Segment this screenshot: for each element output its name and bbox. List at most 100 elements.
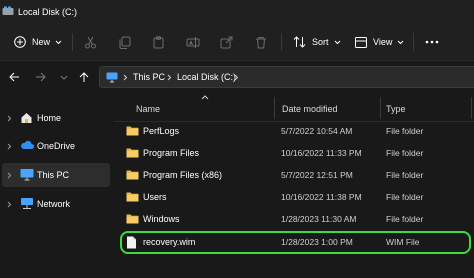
chevron-down-icon xyxy=(398,40,404,44)
delete-icon xyxy=(256,36,266,48)
chevron-down-icon xyxy=(60,75,68,80)
breadcrumb-this-pc[interactable]: This PC xyxy=(133,72,165,82)
share-button[interactable] xyxy=(220,24,233,60)
sidebar-item-network[interactable]: Network xyxy=(2,192,110,216)
column-header-row: Name Date modified Type xyxy=(114,93,474,122)
table-row[interactable]: Windows 1/28/2023 11:30 AM File folder xyxy=(118,208,474,230)
paste-icon xyxy=(153,35,164,48)
command-bar: New Sort View xyxy=(0,24,474,61)
sidebar-item-home[interactable]: Home xyxy=(2,106,110,130)
arrow-up-icon xyxy=(79,71,89,82)
chevron-right-icon xyxy=(167,74,172,81)
file-name: Program Files xyxy=(143,148,200,158)
plus-icon xyxy=(14,36,26,48)
file-date: 10/16/2022 11:38 PM xyxy=(281,192,362,202)
navigation-pane: Home OneDrive This PC Network xyxy=(0,93,114,278)
recent-locations-button[interactable] xyxy=(60,61,68,93)
share-icon xyxy=(220,36,233,48)
copy-button[interactable] xyxy=(118,24,131,60)
sidebar-item-label: Home xyxy=(37,113,62,123)
table-row[interactable]: Users 10/16/2022 11:38 PM File folder xyxy=(118,186,474,208)
forward-button[interactable] xyxy=(35,61,46,93)
sidebar-item-label: OneDrive xyxy=(37,141,76,151)
file-date: 1/28/2023 1:00 PM xyxy=(281,237,353,247)
toolbar-divider xyxy=(413,33,414,51)
chevron-down-icon xyxy=(334,40,340,44)
chevron-right-icon xyxy=(7,172,12,179)
drive-icon xyxy=(2,6,14,15)
sort-icon xyxy=(293,36,306,48)
folder-icon xyxy=(126,170,139,180)
column-divider[interactable] xyxy=(380,97,381,119)
address-bar[interactable]: This PC Local Disk (C:) xyxy=(99,66,474,88)
title-bar: Local Disk (C:) xyxy=(0,0,474,24)
file-type: File folder xyxy=(386,148,424,158)
sort-ascending-icon xyxy=(201,95,209,100)
view-label: View xyxy=(373,37,393,47)
file-type: File folder xyxy=(386,170,424,180)
cut-button[interactable] xyxy=(84,24,97,60)
file-name: recovery.wim xyxy=(143,237,196,247)
cloud-icon xyxy=(21,140,34,149)
sidebar-item-this-pc[interactable]: This PC xyxy=(2,163,110,187)
file-name: PerfLogs xyxy=(143,126,180,136)
rename-icon xyxy=(186,36,200,48)
up-button[interactable] xyxy=(79,61,89,93)
sidebar-item-onedrive[interactable]: OneDrive xyxy=(2,134,110,158)
view-button[interactable]: View xyxy=(355,24,404,60)
view-icon xyxy=(355,36,367,48)
file-type: File folder xyxy=(386,192,424,202)
file-name: Users xyxy=(143,192,167,202)
chevron-right-icon xyxy=(7,143,12,150)
back-button[interactable] xyxy=(9,61,20,93)
cut-icon xyxy=(85,36,96,48)
breadcrumb-local-disk[interactable]: Local Disk (C:) xyxy=(177,72,236,82)
file-date: 1/28/2023 11:30 AM xyxy=(281,214,357,224)
folder-icon xyxy=(126,214,139,224)
copy-icon xyxy=(119,36,131,49)
new-button[interactable]: New xyxy=(14,24,62,60)
file-date: 10/16/2022 11:33 PM xyxy=(281,148,362,158)
file-date: 5/7/2022 10:54 AM xyxy=(281,126,353,136)
sort-button[interactable]: Sort xyxy=(293,24,341,60)
table-row[interactable]: PerfLogs 5/7/2022 10:54 AM File folder xyxy=(118,120,474,142)
arrow-left-icon xyxy=(9,72,19,82)
file-icon xyxy=(127,236,136,249)
column-type[interactable]: Type xyxy=(386,104,406,114)
column-date-modified[interactable]: Date modified xyxy=(282,104,338,114)
more-icon xyxy=(425,40,439,44)
computer-icon xyxy=(20,169,34,181)
file-type: File folder xyxy=(386,126,424,136)
chevron-right-icon xyxy=(234,74,239,81)
table-row[interactable]: Program Files (x86) 5/7/2022 12:51 PM Fi… xyxy=(118,164,474,186)
new-label: New xyxy=(32,37,51,47)
file-type: File folder xyxy=(386,214,424,224)
column-name[interactable]: Name xyxy=(136,104,160,114)
column-divider[interactable] xyxy=(471,97,472,119)
file-name: Program Files (x86) xyxy=(143,170,223,180)
folder-icon xyxy=(126,126,139,136)
toolbar-divider xyxy=(281,33,282,51)
computer-icon xyxy=(106,72,118,83)
arrow-right-icon xyxy=(36,72,46,82)
chevron-right-icon xyxy=(7,201,12,208)
chevron-right-icon xyxy=(123,74,128,81)
chevron-down-icon xyxy=(55,40,62,44)
home-icon xyxy=(21,113,32,123)
sort-label: Sort xyxy=(312,37,329,47)
network-icon xyxy=(21,198,33,209)
paste-button[interactable] xyxy=(152,24,165,60)
chevron-right-icon xyxy=(7,115,12,122)
file-name: Windows xyxy=(143,214,180,224)
sidebar-item-label: This PC xyxy=(37,170,70,180)
file-list: Name Date modified Type PerfLogs 5/7/202… xyxy=(114,93,474,278)
more-options-button[interactable] xyxy=(425,24,439,60)
column-divider[interactable] xyxy=(274,97,275,119)
delete-button[interactable] xyxy=(255,24,267,60)
table-row[interactable]: Program Files 10/16/2022 11:33 PM File f… xyxy=(118,142,474,164)
sidebar-item-label: Network xyxy=(37,199,71,209)
rename-button[interactable] xyxy=(186,24,200,60)
folder-icon xyxy=(126,148,139,158)
table-row[interactable]: recovery.wim 1/28/2023 1:00 PM WIM File xyxy=(118,231,474,253)
file-date: 5/7/2022 12:51 PM xyxy=(281,170,353,180)
